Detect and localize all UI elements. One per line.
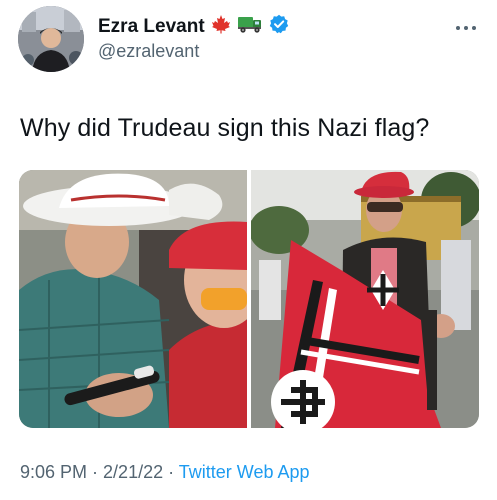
display-name[interactable]: Ezra Levant xyxy=(98,16,205,38)
photo-man-holding-flag xyxy=(251,170,479,428)
tweet-date[interactable]: 2/21/22 xyxy=(103,462,163,482)
avatar-photo xyxy=(18,6,84,72)
meta-separator: · xyxy=(163,462,179,482)
tweet-media[interactable] xyxy=(19,170,479,428)
meta-separator: · xyxy=(87,462,104,482)
verified-badge-icon xyxy=(269,14,289,39)
media-photo-left[interactable] xyxy=(19,170,247,428)
photo-man-signing-flag xyxy=(19,170,247,428)
truck-icon xyxy=(237,14,263,39)
tweet-time[interactable]: 9:06 PM xyxy=(20,462,87,482)
tweet-meta: 9:06 PM · 2/21/22 · Twitter Web App xyxy=(20,462,310,483)
tweet-source-link[interactable]: Twitter Web App xyxy=(179,462,310,482)
maple-leaf-icon xyxy=(211,14,231,39)
author-avatar[interactable] xyxy=(18,6,84,72)
author-handle[interactable]: @ezralevant xyxy=(98,41,199,62)
author-name-row[interactable]: Ezra Levant xyxy=(98,14,289,39)
more-options-icon[interactable] xyxy=(455,20,477,30)
media-photo-right[interactable] xyxy=(251,170,479,428)
tweet-text: Why did Trudeau sign this Nazi flag? xyxy=(20,114,430,142)
